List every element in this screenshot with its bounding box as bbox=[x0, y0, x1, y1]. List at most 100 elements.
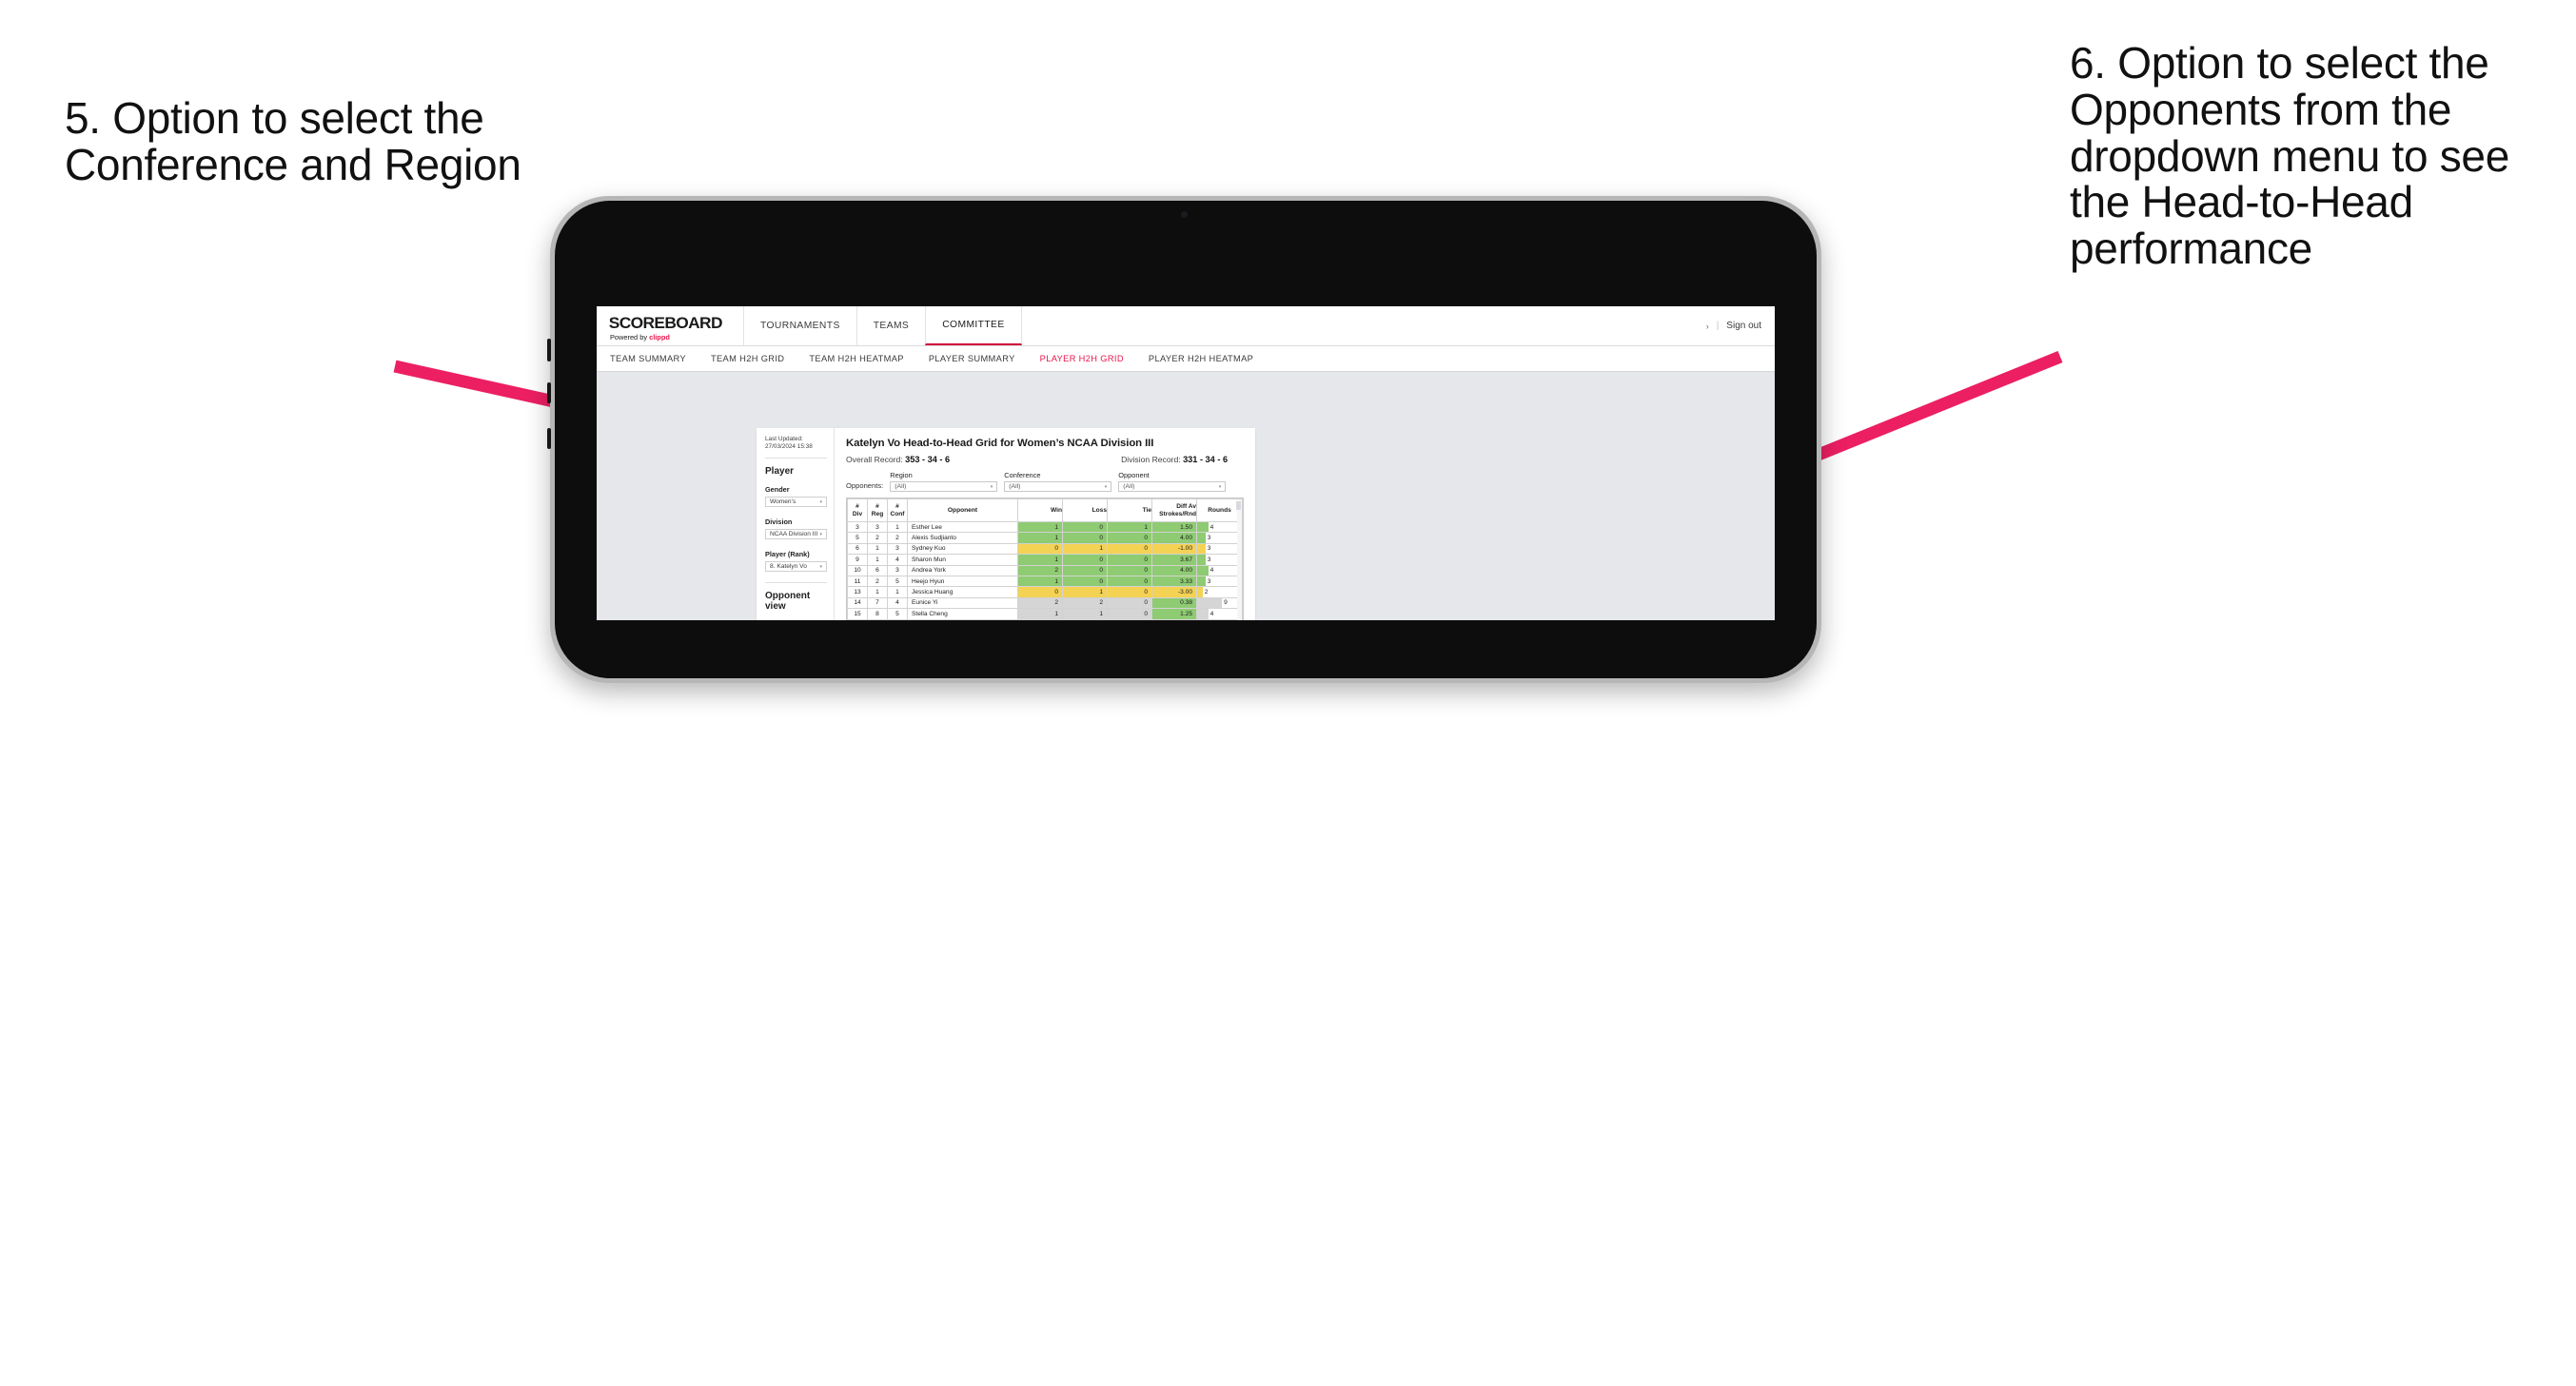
table-scrollbar[interactable] bbox=[1236, 499, 1242, 620]
region-select[interactable]: (All) ▾ bbox=[890, 481, 998, 492]
sign-out-button[interactable]: Sign out bbox=[1726, 321, 1761, 331]
table-row[interactable]: 13 1 1 Jessica Huang 0 1 0 -3.00 2 bbox=[847, 586, 1243, 598]
opponent-caption: Opponent bbox=[1118, 471, 1150, 479]
divider bbox=[765, 582, 827, 583]
table-row[interactable]: 9 1 4 Sharon Mun 1 0 0 3.67 3 bbox=[847, 554, 1243, 566]
division-select[interactable]: NCAA Division III ▾ bbox=[765, 529, 827, 539]
header-conf[interactable]: # Conf bbox=[887, 498, 908, 522]
header-diff[interactable]: Diff Av Strokes/Rnd bbox=[1151, 498, 1197, 522]
overall-record-label: Overall Record: bbox=[846, 455, 903, 464]
nav-item-tournaments[interactable]: TOURNAMENTS bbox=[743, 306, 856, 345]
filter-sidebar: Last Updated: 27/03/2024 15:38 Player Ge… bbox=[757, 428, 835, 620]
cell-win: 0 bbox=[1017, 542, 1063, 556]
scoreboard-app: SCOREBOARD Powered by clippd TOURNAMENTS… bbox=[597, 306, 1775, 620]
header-win[interactable]: Win bbox=[1017, 498, 1063, 522]
header-loss[interactable]: Loss bbox=[1062, 498, 1108, 522]
opponent-filters: Opponents: Region (All) ▾ Conference (Al… bbox=[846, 471, 1244, 492]
cell-rounds: 3 bbox=[1196, 554, 1243, 566]
cell-win: 1 bbox=[1017, 575, 1063, 588]
brand-logo[interactable]: SCOREBOARD Powered by clippd bbox=[597, 306, 743, 345]
cell-reg: 1 bbox=[867, 586, 888, 598]
cell-loss: 2 bbox=[1062, 618, 1108, 620]
table-row[interactable]: 3 3 1 Esther Lee 1 0 1 1.50 4 bbox=[847, 520, 1243, 534]
cell-win: 1 bbox=[1017, 532, 1063, 544]
nav-item-teams[interactable]: TEAMS bbox=[855, 306, 925, 345]
overall-record: Overall Record: 353 - 34 - 6 bbox=[846, 455, 950, 464]
volume-button[interactable] bbox=[547, 382, 551, 403]
opponent-select[interactable]: (All) ▾ bbox=[1118, 481, 1227, 492]
cell-rounds: 3 bbox=[1196, 575, 1243, 588]
chevron-down-icon: ▾ bbox=[1218, 483, 1222, 490]
table-row[interactable]: 10 6 3 Andrea York 2 0 0 4.00 4 bbox=[847, 564, 1243, 576]
table-row[interactable]: 14 7 4 Eunice Yi 2 2 0 0.38 9 bbox=[847, 596, 1243, 610]
annotation-left: 5. Option to select the Conference and R… bbox=[65, 93, 521, 189]
cell-diff: 3.33 bbox=[1151, 575, 1197, 588]
cell-tie: 0 bbox=[1107, 554, 1152, 566]
header-conf-line1: # bbox=[895, 503, 899, 511]
header-reg[interactable]: # Reg bbox=[867, 498, 888, 522]
subnav-team-summary[interactable]: TEAM SUMMARY bbox=[610, 354, 698, 363]
overall-record-value: 353 - 34 - 6 bbox=[905, 455, 951, 464]
table-row[interactable]: 6 1 3 Sydney Kuo 0 1 0 -1.00 3 bbox=[847, 542, 1243, 556]
subnav-team-h2h-grid[interactable]: TEAM H2H GRID bbox=[698, 354, 796, 363]
chevron-right-icon[interactable]: › bbox=[1706, 322, 1709, 331]
cell-conf: 4 bbox=[887, 596, 908, 610]
subnav-player-summary[interactable]: PLAYER SUMMARY bbox=[916, 354, 1028, 363]
subnav-team-h2h-heatmap[interactable]: TEAM H2H HEATMAP bbox=[796, 354, 915, 363]
cell-win: 0 bbox=[1017, 586, 1063, 598]
table-row[interactable]: 11 2 5 Heejo Hyun 1 0 0 3.33 3 bbox=[847, 575, 1243, 588]
cell-conf: 1 bbox=[887, 586, 908, 598]
nav-item-committee[interactable]: COMMITTEE bbox=[925, 306, 1022, 345]
cell-rounds: 3 bbox=[1196, 532, 1243, 544]
cell-reg: 3 bbox=[867, 520, 888, 534]
cell-conf: 5 bbox=[887, 608, 908, 620]
cell-reg: 2 bbox=[867, 532, 888, 544]
cell-diff: 4.00 bbox=[1151, 564, 1197, 576]
header-opponent[interactable]: Opponent bbox=[907, 498, 1018, 522]
cell-loss: 0 bbox=[1062, 554, 1108, 566]
subnav-player-h2h-heatmap[interactable]: PLAYER H2H HEATMAP bbox=[1136, 354, 1266, 363]
cell-conf: 3 bbox=[887, 542, 908, 556]
chevron-down-icon: ▾ bbox=[819, 563, 822, 570]
h2h-table-head: # Div # Reg # Conf Opponent Win Loss Tie Di… bbox=[847, 498, 1243, 522]
cell-reg: 7 bbox=[867, 596, 888, 610]
gender-select[interactable]: Women’s ▾ bbox=[765, 497, 827, 507]
table-row[interactable]: 5 2 2 Alexis Sudjianto 1 0 0 4.00 3 bbox=[847, 532, 1243, 544]
conference-select[interactable]: (All) ▾ bbox=[1004, 481, 1112, 492]
header-reg-line1: # bbox=[875, 503, 879, 511]
cell-opponent: Sharon Mun bbox=[907, 554, 1018, 566]
h2h-table-body: 3 3 1 Esther Lee 1 0 1 1.50 4 5 2 2 Alexis Sudjianto… bbox=[847, 520, 1243, 620]
tablet-screen: SCOREBOARD Powered by clippd TOURNAMENTS… bbox=[597, 306, 1775, 620]
cell-opponent: Jessica Mason bbox=[907, 618, 1018, 620]
cell-diff: 1.25 bbox=[1151, 608, 1197, 620]
cell-tie: 0 bbox=[1107, 542, 1152, 556]
volume-button-secondary[interactable] bbox=[547, 428, 551, 449]
cell-div: 9 bbox=[847, 554, 868, 566]
subnav-player-h2h-grid[interactable]: PLAYER H2H GRID bbox=[1028, 354, 1136, 363]
cell-rounds: 3 bbox=[1196, 542, 1243, 556]
header-div[interactable]: # Div bbox=[847, 498, 868, 522]
header-diff-line2: Strokes/Rnd bbox=[1159, 510, 1196, 517]
cell-loss: 0 bbox=[1062, 520, 1108, 534]
cell-div: 5 bbox=[847, 532, 868, 544]
power-button[interactable] bbox=[547, 339, 551, 361]
chevron-down-icon: ▾ bbox=[819, 531, 822, 537]
chevron-down-icon: ▾ bbox=[1104, 483, 1108, 490]
cell-win: 2 bbox=[1017, 596, 1063, 610]
table-scrollbar-thumb[interactable] bbox=[1236, 501, 1241, 510]
cell-tie: 0 bbox=[1107, 532, 1152, 544]
cell-loss: 1 bbox=[1062, 608, 1108, 620]
opponent-value: (All) bbox=[1123, 483, 1135, 490]
player-section-heading: Player bbox=[765, 466, 795, 477]
powered-name: clippd bbox=[649, 332, 670, 342]
cell-tie: 0 bbox=[1107, 575, 1152, 588]
last-updated-label: Last Updated: 27/03/2024 15:38 bbox=[765, 436, 813, 450]
table-row[interactable]: 15 8 5 Stella Cheng 1 1 0 1.25 4 bbox=[847, 608, 1243, 620]
table-row[interactable]: 1691Jessica Mason120-0.947 bbox=[847, 618, 1243, 620]
player-rank-select[interactable]: 8. Katelyn Vo ▾ bbox=[765, 561, 827, 572]
cell-opponent: Eunice Yi bbox=[907, 596, 1018, 610]
cell-opponent: Alexis Sudjianto bbox=[907, 532, 1018, 544]
cell-win: 1 bbox=[1017, 608, 1063, 620]
cell-loss: 0 bbox=[1062, 564, 1108, 576]
header-tie[interactable]: Tie bbox=[1107, 498, 1152, 522]
